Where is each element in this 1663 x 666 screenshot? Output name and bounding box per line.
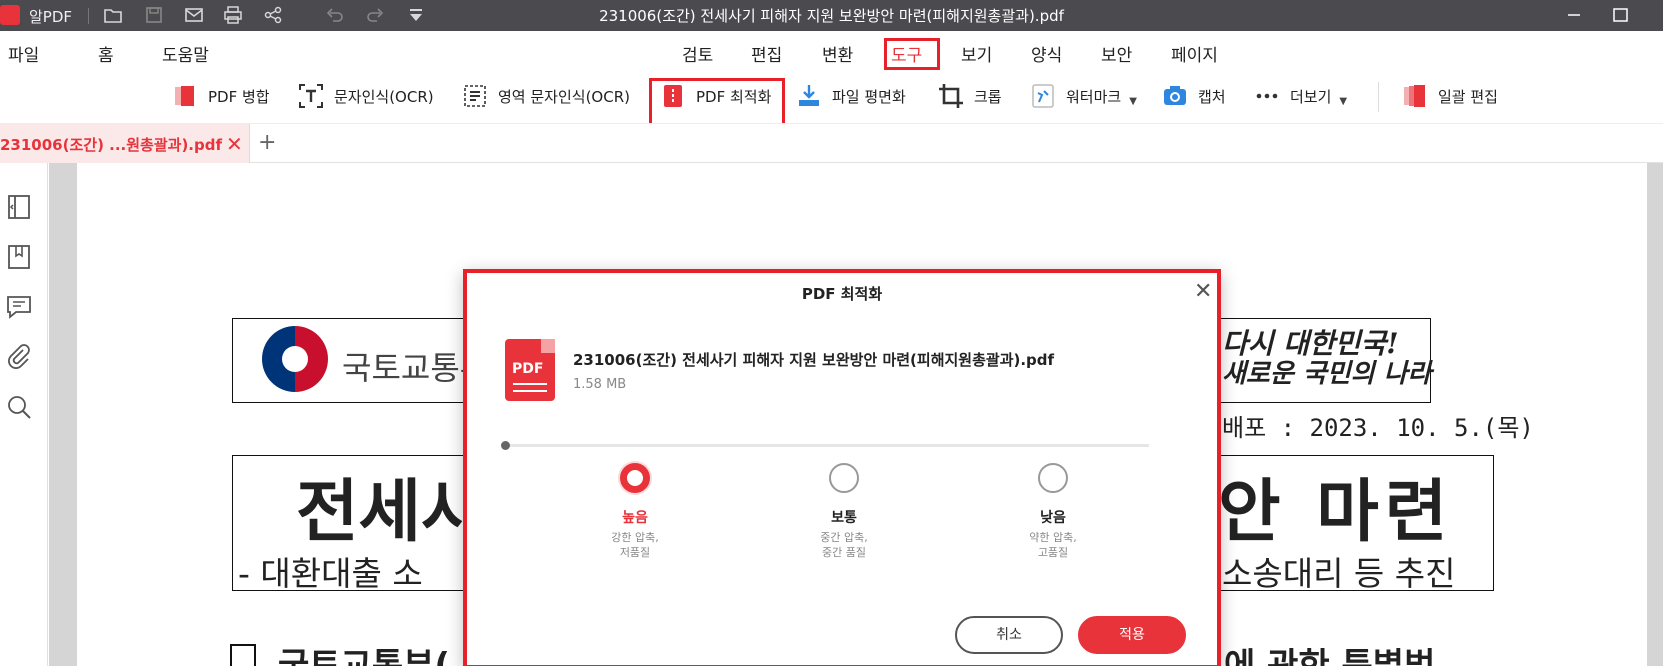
- watermark-label: 워터마크: [1066, 87, 1122, 106]
- subtitle-left-fragment: - 대환대출 소: [238, 554, 423, 593]
- ocr-icon: [298, 83, 324, 109]
- headline-right-fragment: 안 마련: [1218, 473, 1454, 552]
- option-medium[interactable]: 보통 중간 압축, 중간 품질: [764, 463, 924, 560]
- menu-convert[interactable]: 변환: [822, 41, 853, 66]
- bullet-right-fragment: 에 관한 특별법: [1224, 646, 1436, 666]
- option-high-desc: 강한 압축, 저품질: [611, 531, 659, 559]
- attachment-icon[interactable]: [5, 343, 33, 371]
- maximize-button[interactable]: [1608, 4, 1632, 26]
- menu-edit[interactable]: 편집: [751, 41, 782, 66]
- menu-home[interactable]: 홈: [98, 41, 114, 66]
- menu-page[interactable]: 페이지: [1171, 41, 1218, 66]
- pdf-file-icon-line: [513, 383, 547, 385]
- more-label: 더보기: [1290, 87, 1332, 106]
- pdf-file-icon-text: PDF: [512, 361, 544, 377]
- watermark-dropdown-icon[interactable]: ▼: [1129, 96, 1137, 107]
- search-icon[interactable]: [5, 393, 33, 421]
- menu-file[interactable]: 파일: [8, 41, 39, 66]
- cancel-button[interactable]: 취소: [955, 616, 1063, 654]
- title-bar: 알PDF 231006(조간) 전세사기 피해자 지원 보완방안 마련(피해지원…: [0, 0, 1663, 31]
- flatten-label: 파일 평면화: [832, 87, 906, 106]
- radio-low[interactable]: [1038, 463, 1068, 493]
- radio-medium[interactable]: [829, 463, 859, 493]
- pdf-merge-icon: [172, 83, 198, 109]
- slogan-line2: 새로운 국민의 나라: [1222, 359, 1432, 389]
- crop-label: 크롭: [974, 87, 1002, 106]
- toolbar: PDF 병합 문자인식(OCR) 영역 문자인식(OCR) PDF 최적화 파일…: [0, 71, 1663, 123]
- ocr-button[interactable]: 문자인식(OCR): [298, 81, 434, 111]
- menu-view[interactable]: 보기: [961, 41, 992, 66]
- watermark-button[interactable]: 워터마크 ▼: [1030, 81, 1137, 111]
- area-ocr-label: 영역 문자인식(OCR): [498, 87, 630, 106]
- batch-edit-icon: [1402, 83, 1428, 109]
- release-date: 배포 : 2023. 10. 5.(목): [1222, 414, 1534, 442]
- compression-slider-thumb[interactable]: [501, 441, 510, 450]
- menu-review[interactable]: 검토: [682, 41, 713, 66]
- menu-form[interactable]: 양식: [1031, 41, 1062, 66]
- side-panel: [0, 163, 48, 666]
- menu-help[interactable]: 도움말: [162, 41, 209, 66]
- pdf-merge-button[interactable]: PDF 병합: [172, 81, 270, 111]
- pdf-file-icon-fold: [541, 339, 555, 353]
- headline-left-fragment: 전세사: [296, 473, 484, 552]
- subtitle-right-fragment: 소송대리 등 추진: [1222, 554, 1456, 593]
- file-name: 231006(조간) 전세사기 피해자 지원 보완방안 마련(피해지원총괄과).…: [573, 351, 1055, 369]
- ocr-label: 문자인식(OCR): [334, 87, 434, 106]
- document-tab[interactable]: 231006(조간) ...원총괄과).pdf ✕: [0, 124, 250, 163]
- more-button[interactable]: 더보기 ▼: [1254, 81, 1347, 111]
- dialog-title: PDF 최적화: [801, 285, 883, 303]
- thumbnail-panel-icon[interactable]: [5, 193, 33, 221]
- pdf-optimize-dialog: PDF 최적화 ✕ PDF 231006(조간) 전세사기 피해자 지원 보완방…: [463, 269, 1221, 666]
- tools-menu-highlight: [884, 38, 940, 70]
- option-low-desc: 약한 압축, 고품질: [1029, 531, 1077, 559]
- minimize-button[interactable]: [1562, 4, 1586, 26]
- pdf-merge-label: PDF 병합: [208, 87, 270, 106]
- bookmark-icon[interactable]: [5, 243, 33, 271]
- compression-slider-track[interactable]: [505, 444, 1149, 447]
- document-tab-label: 231006(조간) ...원총괄과).pdf: [0, 136, 223, 154]
- file-size: 1.58 MB: [573, 377, 627, 392]
- batch-edit-button[interactable]: 일괄 편집: [1402, 81, 1498, 111]
- camera-icon: [1162, 83, 1188, 109]
- comment-icon[interactable]: [5, 293, 33, 321]
- option-high[interactable]: 높음 강한 압축, 저품질: [555, 463, 715, 560]
- watermark-icon: [1030, 83, 1056, 109]
- crop-button[interactable]: 크롭: [938, 81, 1002, 111]
- close-tab-icon[interactable]: ✕: [226, 132, 243, 156]
- flatten-icon: [796, 83, 822, 109]
- add-tab-icon[interactable]: +: [258, 130, 276, 155]
- batch-edit-label: 일괄 편집: [1438, 87, 1498, 106]
- area-ocr-button[interactable]: 영역 문자인식(OCR): [462, 81, 630, 111]
- more-dropdown-icon[interactable]: ▼: [1339, 96, 1347, 107]
- bullet-square: [230, 644, 256, 666]
- area-ocr-icon: [462, 83, 488, 109]
- flatten-button[interactable]: 파일 평면화: [796, 81, 906, 111]
- capture-label: 캡처: [1198, 87, 1226, 106]
- radio-high[interactable]: [620, 463, 650, 493]
- pdf-file-icon-line: [513, 390, 547, 392]
- option-low[interactable]: 낮음 약한 압축, 고품질: [973, 463, 1133, 560]
- pdf-optimize-highlight: [649, 78, 785, 126]
- bullet-left-fragment: 국토교통부(: [278, 646, 450, 666]
- option-medium-desc: 중간 압축, 중간 품질: [820, 531, 868, 559]
- menu-security[interactable]: 보안: [1101, 41, 1132, 66]
- option-low-label: 낮음: [1040, 510, 1066, 526]
- government-seal-center: [282, 346, 308, 372]
- capture-button[interactable]: 캡처: [1162, 81, 1226, 111]
- menu-bar: 파일 홈 도움말 검토 편집 변환 도구 보기 양식 보안 페이지: [0, 31, 1663, 71]
- option-medium-label: 보통: [831, 510, 857, 526]
- toolbar-separator: [1378, 82, 1379, 112]
- document-title: 231006(조간) 전세사기 피해자 지원 보완방안 마련(피해지원총괄과).…: [599, 7, 1064, 25]
- apply-button[interactable]: 적용: [1078, 616, 1186, 654]
- crop-icon: [938, 83, 964, 109]
- more-dots-icon: [1254, 83, 1280, 109]
- close-icon[interactable]: ✕: [1194, 279, 1212, 304]
- option-high-label: 높음: [622, 510, 648, 526]
- tab-strip: 231006(조간) ...원총괄과).pdf ✕ +: [0, 123, 1663, 163]
